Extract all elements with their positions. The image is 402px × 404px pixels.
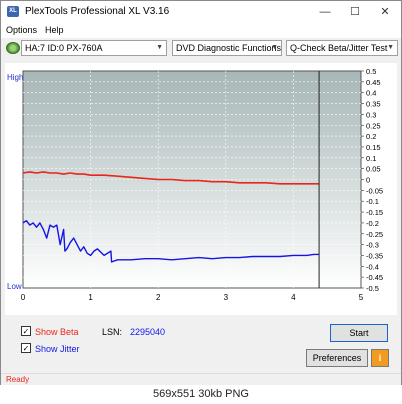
preferences-button[interactable]: Preferences bbox=[306, 349, 368, 367]
y-tick-label: -0.15 bbox=[366, 208, 383, 217]
y-tick-label: -0.05 bbox=[366, 186, 383, 195]
y-tick-label: 0.2 bbox=[366, 132, 376, 141]
show-jitter-checkbox[interactable]: ✓ bbox=[21, 343, 31, 353]
maximize-button[interactable]: ☐ bbox=[340, 1, 370, 23]
y-tick-label: 0 bbox=[366, 176, 370, 185]
x-tick-label: 3 bbox=[224, 293, 229, 302]
low-label: Low bbox=[7, 282, 22, 291]
function-select[interactable]: DVD Diagnostic Functions ▼ bbox=[172, 40, 282, 56]
test-select-value: Q-Check Beta/Jitter Test bbox=[290, 43, 388, 53]
y-tick-label: -0.3 bbox=[366, 241, 379, 250]
y-tick-label: -0.45 bbox=[366, 273, 383, 282]
chevron-down-icon: ▼ bbox=[387, 44, 394, 51]
y-tick-label: 0.05 bbox=[366, 165, 381, 174]
lsn-label: LSN: bbox=[102, 327, 123, 337]
y-tick-label: 0.4 bbox=[366, 89, 376, 98]
info-button[interactable]: i bbox=[371, 349, 389, 367]
y-tick-label: -0.35 bbox=[366, 251, 383, 260]
image-caption: 569x551 30kb PNG bbox=[0, 385, 402, 404]
x-tick-label: 2 bbox=[156, 293, 161, 302]
close-button[interactable]: ✕ bbox=[370, 1, 400, 23]
window-title: PlexTools Professional XL V3.16 bbox=[25, 6, 170, 17]
y-tick-label: -0.25 bbox=[366, 230, 383, 239]
title-bar[interactable]: XL PlexTools Professional XL V3.16 — ☐ ✕ bbox=[1, 1, 401, 23]
y-tick-label: -0.2 bbox=[366, 219, 379, 228]
disc-drive-icon bbox=[6, 42, 20, 54]
x-tick-label: 1 bbox=[88, 293, 93, 302]
y-tick-label: 0.1 bbox=[366, 154, 376, 163]
chart-panel: 012345 0.5 0.45 0.4 0.35 0.3 0.25 0.2 0.15 0.1 0.… bbox=[5, 63, 397, 315]
y-tick-label: 0.45 bbox=[366, 78, 381, 87]
x-tick-label: 5 bbox=[359, 293, 364, 302]
y-tick-label: -0.1 bbox=[366, 197, 379, 206]
app-window: XL PlexTools Professional XL V3.16 — ☐ ✕… bbox=[0, 0, 402, 385]
toolbar: HA:7 ID:0 PX-760A ▼ DVD Diagnostic Funct… bbox=[1, 38, 401, 58]
y-tick-label: 0.25 bbox=[366, 121, 381, 130]
show-jitter-label: Show Jitter bbox=[35, 344, 80, 354]
x-axis-ticks: 0 1 2 3 4 5 bbox=[21, 293, 364, 302]
y-tick-label: 0.3 bbox=[366, 110, 376, 119]
y-tick-label: -0.4 bbox=[366, 262, 379, 271]
function-select-value: DVD Diagnostic Functions bbox=[176, 43, 282, 53]
y-axis-ticks: 0.5 0.45 0.4 0.350.3 0.25 0.2 0.15 0.1 0.05 0-0.0… bbox=[361, 67, 383, 293]
y-tick-label: 0.35 bbox=[366, 100, 381, 109]
status-bar: Ready bbox=[1, 373, 401, 385]
controls-panel: ✓ Show Beta ✓ Show Jitter LSN: 2295040 S… bbox=[5, 317, 397, 369]
start-button[interactable]: Start bbox=[330, 324, 388, 342]
show-beta-checkbox[interactable]: ✓ bbox=[21, 326, 31, 336]
y-tick-label: -0.5 bbox=[366, 284, 379, 293]
menu-bar: Options Help bbox=[1, 23, 401, 38]
chevron-down-icon: ▼ bbox=[156, 44, 163, 51]
beta-jitter-chart: 012345 0.50.450.40.350.30.250.20.150.10.… bbox=[7, 67, 383, 302]
minimize-button[interactable]: — bbox=[310, 1, 340, 23]
high-label: High bbox=[7, 73, 23, 82]
menu-options[interactable]: Options bbox=[6, 25, 37, 35]
y-tick-label: 0.5 bbox=[366, 67, 376, 76]
test-select[interactable]: Q-Check Beta/Jitter Test ▼ bbox=[286, 40, 398, 56]
menu-help[interactable]: Help bbox=[45, 25, 64, 35]
status-text: Ready bbox=[6, 375, 30, 384]
lsn-value: 2295040 bbox=[130, 327, 166, 337]
x-tick-label: 4 bbox=[291, 293, 296, 302]
x-tick-label: 0 bbox=[21, 293, 26, 302]
app-icon: XL bbox=[7, 6, 19, 17]
show-beta-label: Show Beta bbox=[35, 327, 79, 337]
drive-select[interactable]: HA:7 ID:0 PX-760A ▼ bbox=[21, 40, 167, 56]
drive-select-value: HA:7 ID:0 PX-760A bbox=[25, 43, 103, 53]
chevron-down-icon: ▼ bbox=[271, 44, 278, 51]
y-tick-label: 0.15 bbox=[366, 143, 381, 152]
